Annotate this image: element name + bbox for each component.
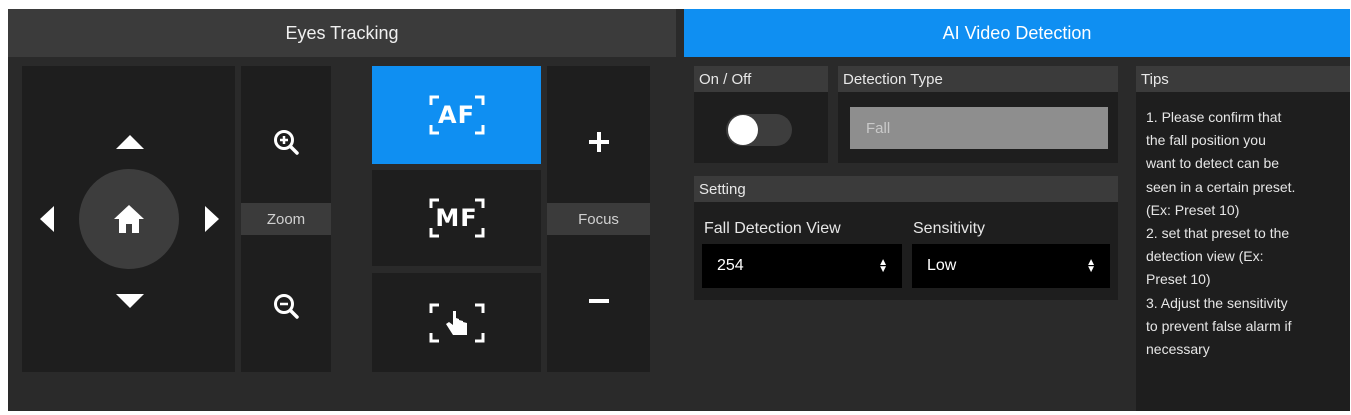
detection-type-label: Detection Type <box>838 66 1118 92</box>
focus-minus-button[interactable] <box>547 271 650 331</box>
pan-down-button[interactable] <box>116 294 144 308</box>
fall-detection-view-value: 254 <box>717 257 744 274</box>
home-button[interactable] <box>79 169 179 269</box>
pan-up-button[interactable] <box>116 135 144 149</box>
detection-toggle[interactable] <box>726 114 792 146</box>
plus-icon <box>588 132 609 152</box>
onoff-label: On / Off <box>694 66 828 92</box>
tips-section: Tips 1. Please confirm that the fall pos… <box>1136 66 1350 411</box>
select-caret-icon: ▲ ▼ <box>878 257 888 275</box>
tab-eyes-tracking[interactable]: Eyes Tracking <box>8 9 676 57</box>
ptz-pad <box>22 66 235 372</box>
tips-line: Preset 10) <box>1146 271 1211 288</box>
camera-control-panel: Eyes Tracking AI Video Detection Zoom AF… <box>8 9 1350 411</box>
tips-line: detection view (Ex: <box>1146 248 1264 265</box>
tips-line: (Ex: Preset 10) <box>1146 201 1240 218</box>
tips-line: want to detect can be <box>1146 155 1280 172</box>
tips-line: necessary <box>1146 341 1210 358</box>
tips-line: 3. Adjust the sensitivity <box>1146 294 1288 311</box>
manual-focus-button[interactable]: MF <box>372 170 541 266</box>
setting-label: Setting <box>694 176 1118 202</box>
tips-title: Tips <box>1136 66 1350 92</box>
focus-control: Focus <box>547 66 650 372</box>
tips-line: 2. set that preset to the <box>1146 225 1290 242</box>
toggle-knob <box>728 115 758 145</box>
fall-detection-view-label: Fall Detection View <box>704 220 841 237</box>
zoom-in-icon <box>274 130 299 155</box>
touch-focus-button[interactable] <box>372 273 541 372</box>
touch-focus-icon <box>429 303 484 342</box>
detection-type-section: Detection Type <box>838 66 1118 163</box>
tab-ai-video-detection[interactable]: AI Video Detection <box>684 9 1350 57</box>
sensitivity-value: Low <box>927 257 957 274</box>
onoff-section: On / Off <box>694 66 828 163</box>
pan-left-button[interactable] <box>40 206 54 232</box>
zoom-out-icon <box>274 294 299 319</box>
tips-line: to prevent false alarm if <box>1146 317 1292 334</box>
tips-text: 1. Please confirm that the fall position… <box>1146 106 1346 361</box>
tips-line: 1. Please confirm that <box>1146 109 1282 125</box>
select-caret-icon: ▲ ▼ <box>1086 257 1096 275</box>
zoom-in-button[interactable] <box>241 112 331 172</box>
bracket-icon <box>429 198 484 238</box>
bracket-icon <box>429 95 484 135</box>
zoom-control: Zoom <box>241 66 331 372</box>
sensitivity-select[interactable]: Low ▲ ▼ <box>912 244 1110 288</box>
detection-type-field[interactable] <box>850 107 1108 149</box>
sensitivity-label: Sensitivity <box>913 220 986 237</box>
focus-plus-button[interactable] <box>547 112 650 172</box>
tips-line: seen in a certain preset. <box>1146 178 1296 195</box>
zoom-label: Zoom <box>241 203 331 235</box>
zoom-out-button[interactable] <box>241 276 331 336</box>
home-icon <box>114 205 144 233</box>
pan-right-button[interactable] <box>205 206 219 232</box>
fall-detection-view-select[interactable]: 254 ▲ ▼ <box>702 244 902 288</box>
tips-line: the fall position you <box>1146 132 1266 149</box>
auto-focus-button[interactable]: AF <box>372 66 541 164</box>
focus-label: Focus <box>547 203 650 235</box>
setting-section: Setting Fall Detection View Sensitivity … <box>694 176 1118 300</box>
minus-icon <box>588 299 609 303</box>
